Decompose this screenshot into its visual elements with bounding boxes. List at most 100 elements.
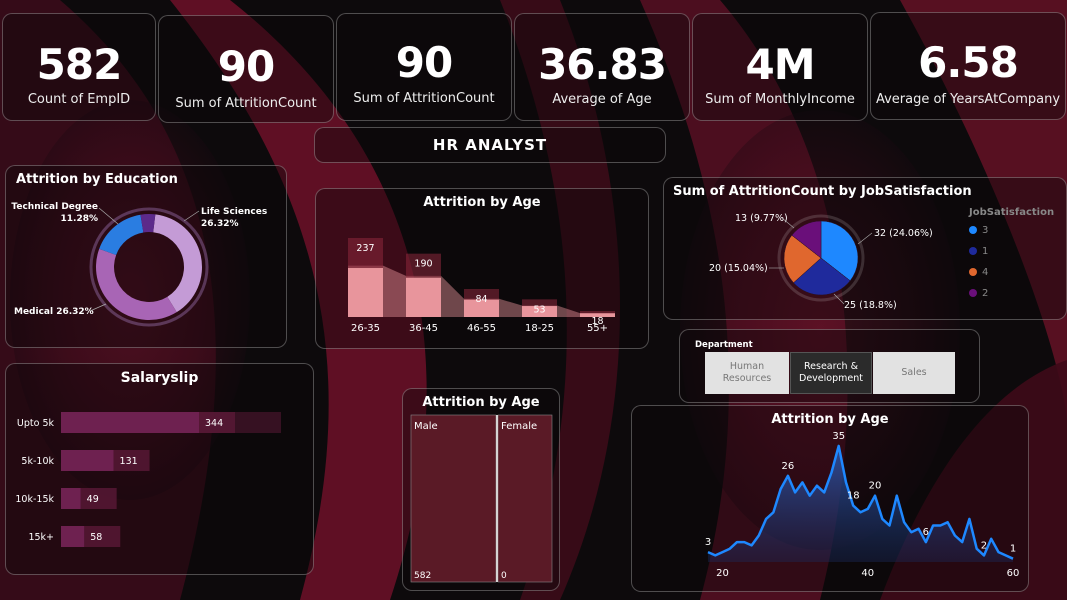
data-label: 6 (923, 527, 929, 538)
category-label: Female (501, 421, 537, 432)
legend-dot-icon (969, 226, 977, 234)
kpi-card-emp-count: 582 Count of EmpID (2, 13, 156, 121)
data-label: 25 (18.8%) (844, 300, 897, 311)
legend-item: 3 (969, 225, 988, 236)
data-label: 1 (1010, 544, 1016, 555)
data-label: 344 (205, 418, 223, 429)
donut-slice (99, 214, 144, 255)
tick-label: 46-55 (467, 323, 496, 334)
tick-label: 26-35 (351, 323, 380, 334)
tick-label: 60 (1007, 568, 1020, 579)
data-label: 13 (9.77%) (735, 213, 788, 224)
job-satisfaction-pie-chart: 32 (24.06%) 25 (18.8%) 20 (15.04%) 13 (9.77… (709, 213, 933, 311)
data-label: 32 (24.06%) (874, 228, 933, 239)
bar (61, 488, 81, 509)
legend-item: 4 (969, 267, 988, 278)
area-fill (708, 445, 1013, 562)
banner: HR ANALYST (314, 127, 666, 163)
tick-label: 36-45 (409, 323, 438, 334)
tick-label: 18-25 (525, 323, 554, 334)
page-title: HR ANALYST (432, 136, 548, 154)
data-label: Technical Degree (11, 202, 98, 212)
data-label: 53 (533, 304, 545, 315)
tick-label: 40 (861, 568, 874, 579)
slicer-option-research-development[interactable]: Research & Development (790, 352, 872, 394)
salary-bar-card: Salaryslip 344 Upto 5k 131 5k-10k 49 10k-15k 5… (5, 363, 314, 575)
slicer-option-sales[interactable]: Sales (873, 352, 955, 394)
legend-item: 1 (969, 246, 988, 257)
bar (61, 526, 85, 547)
job-satisfaction-card: Sum of AttritionCount by JobSatisfaction… (663, 177, 1067, 320)
kpi-value: 6.58 (918, 38, 1019, 87)
data-label: 3 (705, 537, 711, 548)
data-label: 18 (847, 491, 860, 502)
legend-label: 3 (982, 225, 989, 236)
data-label: 582 (414, 571, 431, 581)
slicer-option-label: Sales (901, 367, 927, 378)
education-donut-card: Attrition by Education Life Sciences 26.3… (5, 165, 287, 348)
data-label: 84 (475, 294, 487, 305)
bar (410, 414, 497, 583)
kpi-card-monthly-income: 4M Sum of MonthlyIncome (692, 13, 868, 121)
gender-bar-card: Attrition by Age Male 582 Female 0 (402, 388, 560, 591)
slicer-option-label: Research & Development (799, 361, 863, 384)
data-label: 0 (501, 571, 507, 581)
tick-label: Upto 5k (17, 418, 55, 429)
kpi-value: 4M (745, 40, 815, 89)
data-label: 35 (832, 431, 845, 442)
kpi-value: 90 (395, 38, 453, 87)
data-label: 58 (90, 532, 102, 543)
bar (61, 412, 199, 433)
bar (406, 277, 441, 317)
tick-label: 15k+ (28, 532, 54, 543)
legend-dot-icon (969, 289, 977, 297)
bar (497, 414, 553, 583)
kpi-label: Sum of AttritionCount (175, 96, 317, 111)
slicer-option-label: Human Resources (722, 361, 772, 384)
data-label: 237 (356, 243, 374, 254)
leader-line (857, 232, 873, 245)
kpi-card-avg-age: 36.83 Average of Age (514, 13, 690, 121)
data-label: 26.32% (201, 219, 239, 229)
legend-dot-icon (969, 268, 977, 276)
legend-dot-icon (969, 247, 977, 255)
education-donut-chart: Life Sciences 26.32% Medical 26.32% Technic… (11, 202, 267, 327)
slicer-option-human-resources[interactable]: Human Resources (705, 352, 789, 394)
data-label: 11.28% (61, 214, 99, 224)
age-bar-chart: 23726-3519036-458446-555318-251855+ (348, 238, 615, 334)
data-label: Life Sciences (201, 207, 267, 217)
salary-bar-chart: 344 Upto 5k 131 5k-10k 49 10k-15k 58 15k+ (15, 412, 281, 547)
bar (61, 450, 114, 471)
tick-label: 20 (716, 568, 729, 579)
legend-label: 4 (982, 267, 989, 278)
kpi-value: 90 (217, 42, 275, 91)
kpi-card-attrition-2: 90 Sum of AttritionCount (336, 13, 512, 121)
category-label: Male (414, 421, 438, 432)
tick-label: 55+ (587, 323, 608, 334)
leader-line (183, 210, 200, 222)
data-label: 49 (87, 494, 99, 505)
kpi-value: 582 (36, 40, 123, 89)
data-label: 2 (981, 540, 987, 551)
slicer-title: Department (695, 340, 753, 350)
legend-label: 1 (982, 246, 989, 257)
age-bar-card: Attrition by Age 237 26-35 190 36-45 84 46-55… (315, 188, 649, 349)
data-label: Medical 26.32% (14, 307, 94, 317)
data-label: 26 (782, 461, 795, 472)
kpi-label: Average of Age (552, 92, 652, 107)
bar (348, 268, 383, 317)
data-label: 190 (414, 259, 432, 270)
kpi-card-years-at-company: 6.58 Average of YearsAtCompany (870, 12, 1066, 120)
data-label: 20 (869, 481, 882, 492)
gender-bar-chart: Male 582 Female 0 (410, 414, 553, 583)
kpi-label: Sum of AttritionCount (353, 91, 495, 106)
data-label: 20 (15.04%) (709, 263, 768, 274)
legend-item: 2 (969, 288, 988, 299)
kpi-card-attrition-1: 90 Sum of AttritionCount (158, 15, 334, 123)
legend-label: 2 (982, 288, 989, 299)
legend-title: JobSatisfaction (969, 207, 1055, 218)
kpi-label: Sum of MonthlyIncome (705, 92, 855, 107)
age-area-chart: 3 26 35 18 20 6 2 1 20 40 60 (705, 431, 1020, 579)
kpi-label: Count of EmpID (27, 92, 131, 107)
department-slicer: Department Human Resources Research & De… (679, 329, 980, 403)
